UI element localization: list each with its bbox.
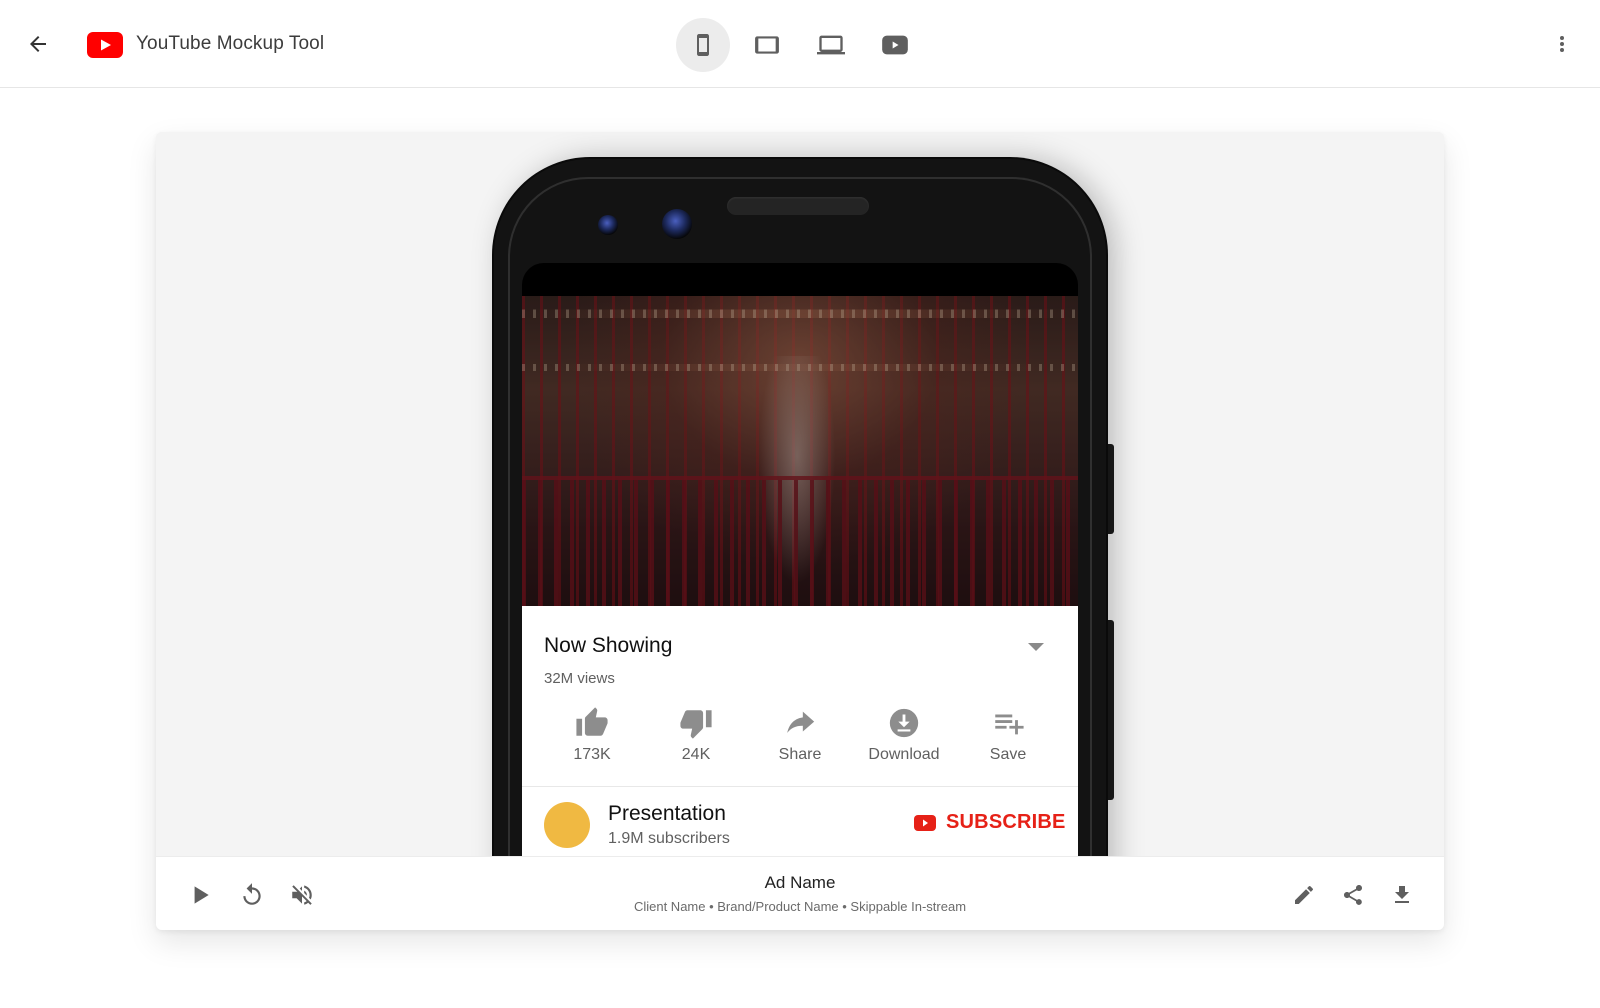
device-mode-mobile[interactable] — [676, 18, 730, 72]
ad-details: Client Name • Brand/Product Name • Skipp… — [633, 899, 967, 914]
more-options-button[interactable] — [1546, 28, 1578, 60]
smartphone-icon — [697, 34, 709, 56]
edit-icon — [1295, 886, 1313, 904]
device-mode-switcher — [676, 18, 922, 72]
phone-side-button — [1106, 620, 1114, 800]
arrow-back-icon — [30, 36, 46, 52]
phone-side-button — [1106, 444, 1114, 534]
device-mode-tv[interactable] — [868, 18, 922, 72]
like-count: 173K — [573, 746, 611, 763]
thumb-down-icon — [680, 710, 712, 739]
subscriber-count: 1.9M subscribers — [608, 830, 730, 847]
share-button[interactable] — [1337, 879, 1369, 911]
video-player[interactable] — [522, 296, 1078, 606]
divider — [522, 786, 1078, 787]
app-title: YouTube Mockup Tool — [136, 33, 325, 54]
playlist-add-icon — [995, 714, 1024, 735]
youtube-tv-icon — [882, 35, 908, 55]
dislike-count: 24K — [681, 746, 711, 763]
preview-card: Now Showing 32M views 173K 24K Share Dow… — [156, 132, 1444, 930]
ad-name: Ad Name — [764, 873, 836, 892]
youtube-logo-icon — [914, 814, 936, 831]
share-icon — [1344, 885, 1362, 905]
phone-frame: Now Showing 32M views 173K 24K Share Dow… — [494, 159, 1106, 856]
view-count: 32M views — [544, 670, 615, 687]
device-mode-desktop[interactable] — [804, 18, 858, 72]
download-video-button[interactable]: Download — [852, 706, 956, 764]
phone-speaker — [727, 197, 869, 215]
video-actions: 173K 24K Share Download Save — [540, 706, 1060, 764]
back-button[interactable] — [22, 28, 54, 60]
phone-camera — [662, 209, 692, 239]
device-mode-tablet[interactable] — [740, 18, 794, 72]
youtube-logo-icon — [87, 32, 123, 58]
download-circle-icon — [889, 708, 919, 738]
phone-screen: Now Showing 32M views 173K 24K Share Dow… — [522, 263, 1078, 856]
laptop-icon — [817, 35, 845, 55]
phone-sensor — [598, 215, 618, 235]
subscribe-label: SUBSCRIBE — [946, 811, 1066, 833]
app-bar: YouTube Mockup Tool — [0, 0, 1600, 88]
device-preview-stage: Now Showing 32M views 173K 24K Share Dow… — [156, 132, 1444, 856]
download-icon — [1395, 886, 1409, 903]
thumb-up-icon — [576, 707, 608, 736]
share-arrow-icon — [787, 711, 815, 733]
edit-button[interactable] — [1288, 879, 1320, 911]
dislike-button[interactable]: 24K — [644, 706, 748, 764]
expand-more-icon[interactable] — [1026, 640, 1046, 654]
save-button[interactable]: Save — [956, 706, 1060, 764]
tablet-icon — [755, 36, 779, 54]
download-button[interactable] — [1386, 879, 1418, 911]
like-button[interactable]: 173K — [540, 706, 644, 764]
video-info-panel: Now Showing 32M views 173K 24K Share Dow… — [522, 606, 1078, 856]
subscribe-button[interactable]: SUBSCRIBE — [914, 811, 1066, 834]
channel-avatar[interactable] — [544, 802, 590, 848]
share-label: Share — [778, 746, 822, 763]
share-video-button[interactable]: Share — [748, 706, 852, 764]
channel-name[interactable]: Presentation — [608, 802, 726, 826]
save-label: Save — [989, 746, 1027, 763]
playback-controls-bar: Ad Name Client Name • Brand/Product Name… — [156, 856, 1444, 930]
video-overlay — [522, 296, 1078, 606]
download-label: Download — [868, 746, 940, 763]
video-title: Now Showing — [544, 634, 673, 657]
more-vert-icon — [1560, 36, 1564, 52]
